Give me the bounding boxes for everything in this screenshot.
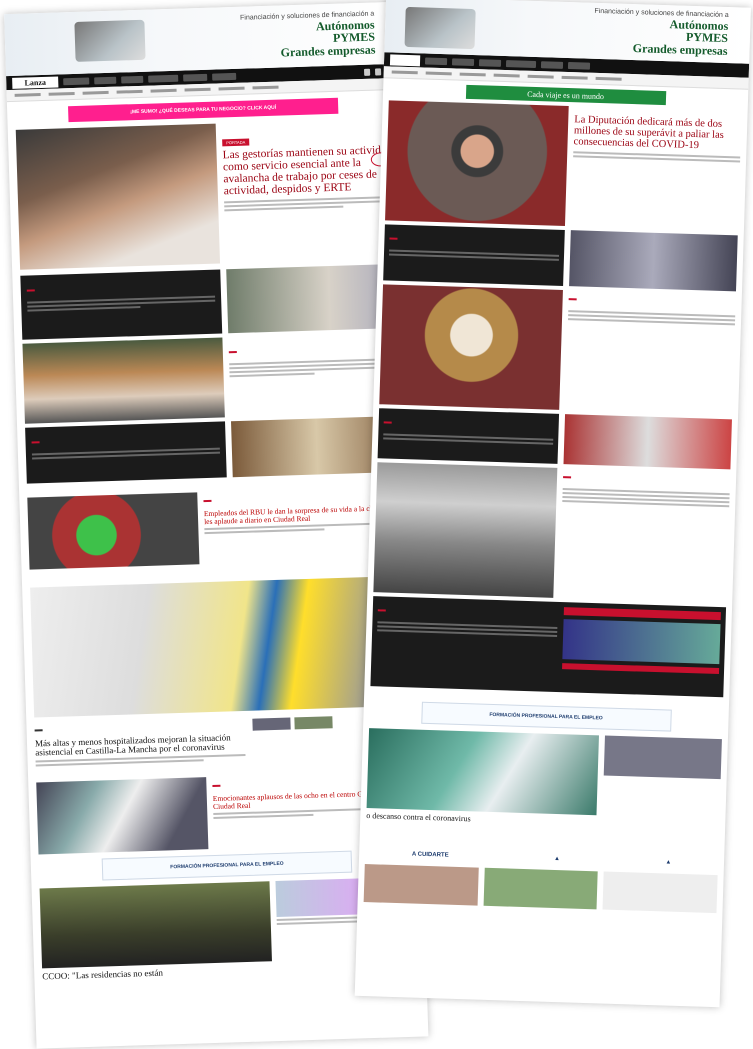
nav-item[interactable]: [63, 77, 90, 85]
story-row[interactable]: [12, 263, 406, 340]
story-image: [226, 263, 399, 334]
story-image: [27, 492, 200, 570]
story-row[interactable]: [367, 462, 736, 603]
nav-item[interactable]: [183, 73, 208, 82]
top-ad-banner[interactable]: Financiación y soluciones de financiació…: [4, 1, 398, 77]
dark-section[interactable]: [370, 596, 727, 698]
story-row[interactable]: [372, 408, 738, 470]
promo-banner[interactable]: ¡ME SUMO! ¿QUÉ DESEAS PARA TU NEGOCIO? C…: [68, 97, 339, 123]
right-page-screenshot: Financiación y soluciones de financiació…: [354, 0, 751, 1008]
story-rbu[interactable]: Empleados del RBU le dan la sorpresa de …: [19, 486, 413, 570]
story-row[interactable]: [377, 224, 744, 292]
social-icon[interactable]: [374, 67, 382, 76]
lead-headline[interactable]: Las gestorías mantienen su actividad com…: [222, 144, 393, 198]
nav-item[interactable]: [121, 75, 144, 84]
story-row[interactable]: [361, 728, 728, 819]
travel-ad[interactable]: Cada viaje es un mundo: [465, 84, 666, 106]
lead-headline[interactable]: La Diputación dedicará más de dos millon…: [573, 114, 741, 152]
ad-photo: [404, 6, 476, 50]
fp-banner[interactable]: FORMACIÓN PROFESIONAL PARA EL EMPLEO: [101, 850, 353, 881]
site-logo[interactable]: [389, 53, 421, 66]
story-image: [36, 777, 209, 855]
nav-item[interactable]: [148, 74, 179, 83]
section-tag: PORTADA: [222, 138, 250, 147]
story-ambulance[interactable]: Más altas y menos hospitalizados mejoran…: [34, 710, 411, 769]
story-row[interactable]: [14, 332, 408, 424]
story-image: [39, 881, 272, 969]
story-row[interactable]: [373, 284, 742, 415]
social-icon[interactable]: [363, 68, 371, 76]
bottom-row[interactable]: [358, 864, 724, 914]
lead-story[interactable]: La Diputación dedicará más de dos millon…: [379, 100, 748, 231]
site-logo[interactable]: Lanza: [12, 75, 59, 89]
lead-image: [385, 100, 569, 226]
ad-photo: [74, 19, 146, 62]
lead-story[interactable]: PORTADA Las gestorías mantienen su activ…: [8, 118, 404, 270]
nav-item[interactable]: [212, 72, 237, 81]
ambulance-image[interactable]: [30, 575, 411, 718]
story-row[interactable]: [17, 415, 411, 484]
lead-image: [15, 123, 221, 270]
nav-item[interactable]: [94, 76, 117, 84]
fp-banner[interactable]: FORMACIÓN PROFESIONAL PARA EL EMPLEO: [420, 701, 672, 732]
story-image: [22, 337, 225, 424]
